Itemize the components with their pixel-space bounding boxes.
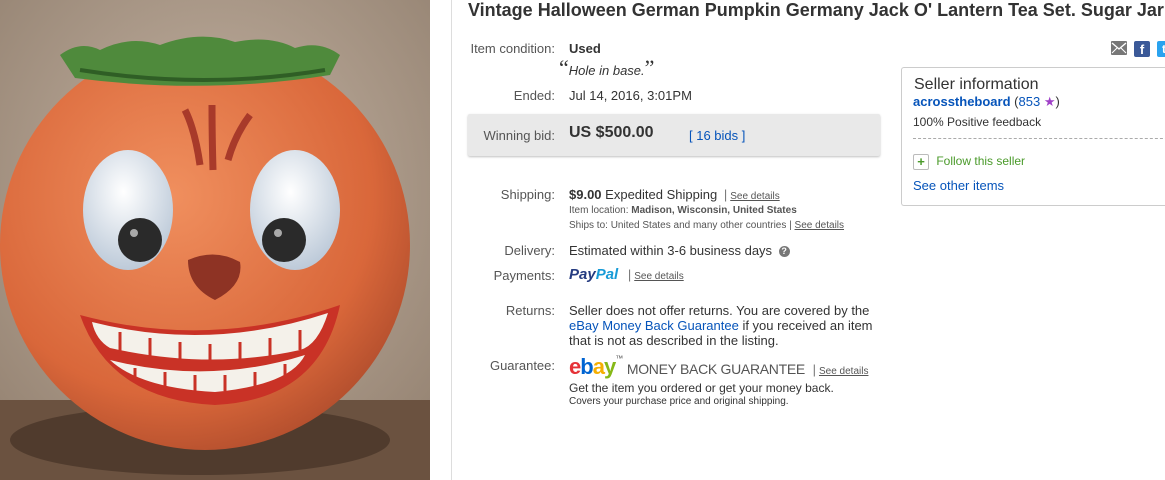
star-icon: ★ xyxy=(1043,94,1056,109)
product-photo[interactable] xyxy=(0,0,430,480)
ended-separator: , xyxy=(639,88,644,103)
plus-icon: + xyxy=(913,154,929,170)
follow-seller-link[interactable]: Follow this seller xyxy=(936,154,1025,168)
paypal-logo: PayPal xyxy=(569,266,618,283)
shipping-separator: | xyxy=(723,187,728,202)
ebay-a: a xyxy=(592,354,605,379)
seller-name-link[interactable]: acrosstheboard xyxy=(913,94,1011,109)
ended-label: Ended: xyxy=(513,88,555,103)
seller-score[interactable]: 853 xyxy=(1019,94,1041,109)
close-quote-icon: ” xyxy=(644,55,655,80)
guarantee-line-1: Get the item you ordered or get your mon… xyxy=(569,381,834,395)
ships-to-label: Ships to: xyxy=(569,220,608,231)
paypal-pal: Pal xyxy=(595,266,619,283)
guarantee-title: MONEY BACK GUARANTEE xyxy=(626,361,805,377)
facebook-icon[interactable]: f xyxy=(1134,41,1150,57)
item-location-label: Item location: xyxy=(569,205,629,216)
ships-to-see-details-link[interactable]: See details xyxy=(795,220,844,231)
payments-separator: | xyxy=(627,267,632,282)
payments-label: Payments: xyxy=(493,268,555,283)
money-back-guarantee-link[interactable]: eBay Money Back Guarantee xyxy=(569,318,739,333)
returns-line-2: eBay Money Back Guarantee if you receive… xyxy=(569,318,889,333)
seller-divider xyxy=(913,138,1165,139)
returns-label: Returns: xyxy=(505,303,555,318)
guarantee-value: ebay™ MONEY BACK GUARANTEE | See details xyxy=(569,354,868,380)
ebay-logo: ebay xyxy=(569,354,616,379)
ebay-e: e xyxy=(569,354,581,379)
condition-note-text: Hole in base. xyxy=(568,63,645,78)
ebay-y: y xyxy=(603,354,616,379)
seller-feedback: 100% Positive feedback xyxy=(913,115,1042,129)
item-location: Item location: Madison, Wisconsin, Unite… xyxy=(569,205,797,216)
seller-score-close: ) xyxy=(1055,94,1060,109)
returns-value: Seller does not offer returns. You are c… xyxy=(569,303,889,348)
condition-note: “Hole in base.” xyxy=(559,55,654,81)
returns-line-3: that is not as described in the listing. xyxy=(569,333,779,348)
delivery-text: Estimated within 3-6 business days xyxy=(569,243,773,258)
ships-to-value: United States and many other countries xyxy=(610,220,787,231)
shipping-label: Shipping: xyxy=(500,187,555,202)
shipping-cost: $9.00 xyxy=(569,187,602,202)
condition-value: Used xyxy=(569,41,601,56)
photo-gap xyxy=(430,0,452,480)
payments-see-details-link[interactable]: See details xyxy=(634,271,683,282)
ebay-trademark: ™ xyxy=(615,354,624,363)
delivery-value: Estimated within 3-6 business days ? xyxy=(569,243,790,258)
ended-date: Jul 14, 2016 xyxy=(569,88,640,103)
guarantee-separator: | xyxy=(812,362,816,377)
ebay-b: b xyxy=(580,354,593,379)
seller-info-panel: Seller information acrosstheboard (853 ★… xyxy=(901,67,1165,206)
bid-count-link[interactable]: 16 bids xyxy=(696,128,738,143)
winning-bid-label: Winning bid: xyxy=(483,128,555,143)
guarantee-see-details-link[interactable]: See details xyxy=(819,366,868,377)
winning-bid-box: Winning bid: US $500.00 [ 16 bids ] xyxy=(468,114,880,156)
info-icon[interactable]: ? xyxy=(778,246,790,258)
shipping-see-details-link[interactable]: See details xyxy=(730,191,779,202)
delivery-label: Delivery: xyxy=(504,243,555,258)
seller-name-row: acrosstheboard (853 ★) xyxy=(913,94,1060,110)
twitter-icon[interactable]: t xyxy=(1157,41,1165,57)
bid-count: [ 16 bids ] xyxy=(689,128,745,143)
guarantee-label: Guarantee: xyxy=(489,358,555,373)
shipping-value: $9.00 Expedited Shipping | See details xyxy=(569,187,780,202)
ended-time: 3:01PM xyxy=(647,88,692,103)
returns-line-1: Seller does not offer returns. You are c… xyxy=(569,303,870,318)
item-title: Vintage Halloween German Pumpkin Germany… xyxy=(468,0,1164,20)
ships-to-separator: | xyxy=(789,220,792,231)
bid-bracket-close: ] xyxy=(738,128,746,143)
vertical-divider xyxy=(451,0,452,480)
seller-heading: Seller information xyxy=(914,76,1039,93)
payments-value: PayPal | See details xyxy=(569,266,684,283)
paypal-pay: Pay xyxy=(569,266,596,283)
returns-line-2-text: if you received an item xyxy=(738,318,873,333)
shipping-method: Expedited Shipping xyxy=(605,187,718,202)
ships-to: Ships to: United States and many other c… xyxy=(569,220,844,231)
email-icon[interactable] xyxy=(1111,41,1127,55)
item-location-value: Madison, Wisconsin, United States xyxy=(631,205,797,216)
guarantee-line-2: Covers your purchase price and original … xyxy=(569,396,789,407)
pumpkin-jar-image xyxy=(0,0,430,480)
follow-seller-row[interactable]: + Follow this seller xyxy=(913,154,1025,170)
winning-bid-amount: US $500.00 xyxy=(569,124,654,141)
see-other-items-link[interactable]: See other items xyxy=(913,178,1004,193)
condition-label: Item condition: xyxy=(470,41,555,56)
ended-value: Jul 14, 2016, 3:01PM xyxy=(569,88,692,103)
open-quote-icon: “ xyxy=(559,55,569,80)
